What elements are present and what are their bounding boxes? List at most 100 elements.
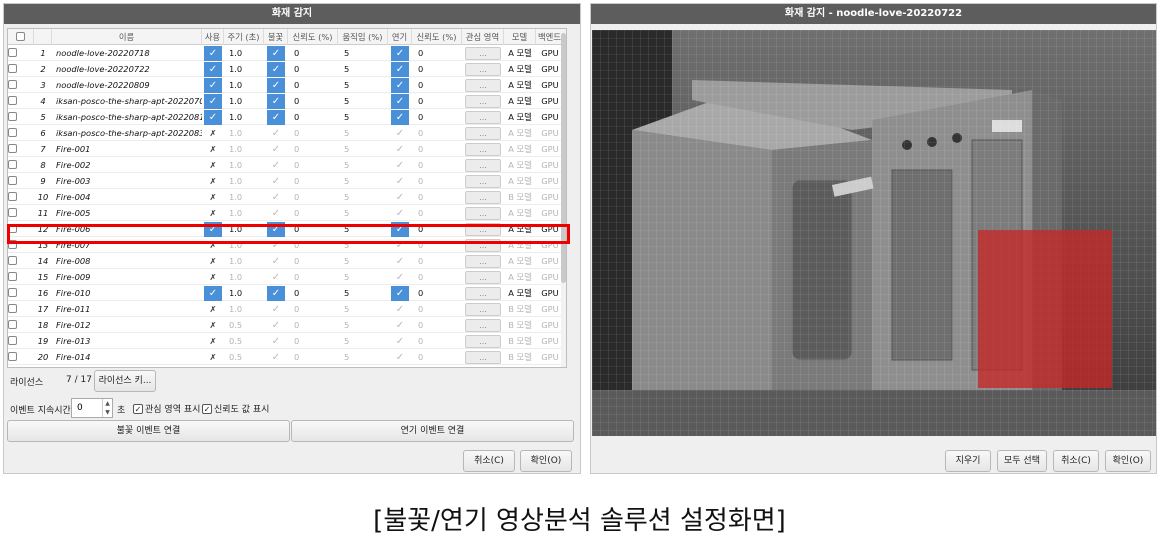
backend-value[interactable]: GPU bbox=[536, 157, 564, 173]
smoke-confidence-value[interactable]: 0 bbox=[412, 109, 462, 125]
roi-button[interactable]: ... bbox=[462, 173, 504, 189]
smoke-confidence-value[interactable]: 0 bbox=[412, 269, 462, 285]
row-select-checkbox[interactable] bbox=[8, 205, 34, 221]
backend-value[interactable]: GPU bbox=[536, 61, 564, 77]
roi-button[interactable]: ... bbox=[462, 253, 504, 269]
roi-button[interactable]: ... bbox=[462, 125, 504, 141]
smoke-toggle[interactable]: ✓ bbox=[388, 285, 412, 301]
model-value[interactable]: A 모델 bbox=[504, 173, 536, 189]
fire-toggle[interactable]: ✓ bbox=[264, 125, 288, 141]
smoke-toggle[interactable]: ✓ bbox=[388, 349, 412, 365]
fire-confidence-value[interactable]: 0 bbox=[288, 205, 338, 221]
backend-value[interactable]: GPU bbox=[536, 109, 564, 125]
table-row[interactable]: 16 Fire-010 ✓ 1.0 ✓ 0 5 ✓ 0... A 모델 GPU bbox=[8, 285, 564, 301]
smoke-toggle[interactable]: ✓ bbox=[388, 301, 412, 317]
header-model[interactable]: 모델 bbox=[504, 29, 536, 45]
roi-edit-button[interactable]: ... bbox=[465, 159, 501, 172]
smoke-toggle[interactable]: ✓ bbox=[388, 61, 412, 77]
fire-toggle[interactable]: ✓ bbox=[264, 269, 288, 285]
camera-name[interactable]: Fire-011 bbox=[52, 301, 202, 317]
cycle-value[interactable]: 1.0 bbox=[224, 301, 264, 317]
use-toggle[interactable]: ✓ bbox=[202, 61, 224, 77]
roi-edit-button[interactable]: ... bbox=[465, 207, 501, 220]
backend-value[interactable]: GPU bbox=[536, 173, 564, 189]
row-select-checkbox[interactable] bbox=[8, 349, 34, 365]
camera-name[interactable]: Fire-012 bbox=[52, 317, 202, 333]
model-value[interactable]: A 모델 bbox=[504, 61, 536, 77]
use-toggle[interactable]: ✓ bbox=[202, 45, 224, 61]
fire-confidence-value[interactable]: 0 bbox=[288, 301, 338, 317]
use-toggle[interactable]: ✗ bbox=[202, 173, 224, 189]
table-row[interactable]: 10 Fire-004 ✗ 1.0 ✓ 0 5 ✓ 0... B 모델 GPU bbox=[8, 189, 564, 205]
row-select-checkbox[interactable] bbox=[8, 141, 34, 157]
smoke-toggle[interactable]: ✓ bbox=[388, 157, 412, 173]
use-toggle[interactable]: ✗ bbox=[202, 269, 224, 285]
cycle-value[interactable]: 1.0 bbox=[224, 109, 264, 125]
roi-button[interactable]: ... bbox=[462, 141, 504, 157]
header-select-all-checkbox[interactable] bbox=[8, 29, 34, 45]
table-row[interactable]: 4 iksan-posco-the-sharp-apt-20220708 ✓ 1.0 ✓… bbox=[8, 93, 564, 109]
model-value[interactable]: A 모델 bbox=[504, 45, 536, 61]
backend-value[interactable]: GPU bbox=[536, 285, 564, 301]
header-cycle[interactable]: 주기 (초) bbox=[224, 29, 264, 45]
fire-confidence-value[interactable]: 0 bbox=[288, 125, 338, 141]
model-value[interactable]: A 모델 bbox=[504, 285, 536, 301]
backend-value[interactable]: GPU bbox=[536, 317, 564, 333]
ok-button[interactable]: 확인(O) bbox=[520, 450, 572, 472]
backend-value[interactable]: GPU bbox=[536, 301, 564, 317]
row-select-checkbox[interactable] bbox=[8, 173, 34, 189]
header-smoke-confidence[interactable]: 신뢰도 (%) bbox=[412, 29, 462, 45]
smoke-confidence-value[interactable]: 0 bbox=[412, 141, 462, 157]
model-value[interactable]: B 모델 bbox=[504, 349, 536, 365]
use-toggle[interactable]: ✗ bbox=[202, 253, 224, 269]
roi-button[interactable]: ... bbox=[462, 109, 504, 125]
fire-toggle[interactable]: ✓ bbox=[264, 301, 288, 317]
table-row[interactable]: 19 Fire-013 ✗ 0.5 ✓ 0 5 ✓ 0... B 모델 GPU bbox=[8, 333, 564, 349]
smoke-confidence-value[interactable]: 0 bbox=[412, 285, 462, 301]
smoke-confidence-value[interactable]: 0 bbox=[412, 301, 462, 317]
header-fire-confidence[interactable]: 신뢰도 (%) bbox=[288, 29, 338, 45]
use-toggle[interactable]: ✗ bbox=[202, 157, 224, 173]
fire-toggle[interactable]: ✓ bbox=[264, 77, 288, 93]
camera-name[interactable]: Fire-014 bbox=[52, 349, 202, 365]
table-scrollbar[interactable] bbox=[561, 29, 566, 367]
camera-name[interactable]: Fire-004 bbox=[52, 189, 202, 205]
roi-edit-button[interactable]: ... bbox=[465, 95, 501, 108]
backend-value[interactable]: GPU bbox=[536, 125, 564, 141]
fire-confidence-value[interactable]: 0 bbox=[288, 269, 338, 285]
motion-value[interactable]: 5 bbox=[338, 157, 388, 173]
model-value[interactable]: A 모델 bbox=[504, 205, 536, 221]
backend-value[interactable]: GPU bbox=[536, 45, 564, 61]
use-toggle[interactable]: ✗ bbox=[202, 141, 224, 157]
cycle-value[interactable]: 1.0 bbox=[224, 45, 264, 61]
table-row[interactable]: 18 Fire-012 ✗ 0.5 ✓ 0 5 ✓ 0... B 모델 GPU bbox=[8, 317, 564, 333]
motion-value[interactable]: 5 bbox=[338, 93, 388, 109]
row-select-checkbox[interactable] bbox=[8, 333, 34, 349]
motion-value[interactable]: 5 bbox=[338, 349, 388, 365]
fire-confidence-value[interactable]: 0 bbox=[288, 45, 338, 61]
fire-toggle[interactable]: ✓ bbox=[264, 173, 288, 189]
roi-button[interactable]: ... bbox=[462, 333, 504, 349]
fire-toggle[interactable]: ✓ bbox=[264, 93, 288, 109]
roi-edit-button[interactable]: ... bbox=[465, 111, 501, 124]
fire-toggle[interactable]: ✓ bbox=[264, 317, 288, 333]
cycle-value[interactable]: 1.0 bbox=[224, 173, 264, 189]
roi-edit-button[interactable]: ... bbox=[465, 287, 501, 300]
backend-value[interactable]: GPU bbox=[536, 333, 564, 349]
cycle-value[interactable]: 1.0 bbox=[224, 189, 264, 205]
use-toggle[interactable]: ✗ bbox=[202, 125, 224, 141]
motion-value[interactable]: 5 bbox=[338, 301, 388, 317]
confidence-display-checkbox[interactable]: ✓ 신뢰도 값 표시 bbox=[202, 402, 269, 415]
row-select-checkbox[interactable] bbox=[8, 109, 34, 125]
smoke-toggle[interactable]: ✓ bbox=[388, 205, 412, 221]
fire-confidence-value[interactable]: 0 bbox=[288, 61, 338, 77]
roi-button[interactable]: ... bbox=[462, 269, 504, 285]
fire-confidence-value[interactable]: 0 bbox=[288, 333, 338, 349]
backend-value[interactable]: GPU bbox=[536, 349, 564, 365]
backend-value[interactable]: GPU bbox=[536, 93, 564, 109]
use-toggle[interactable]: ✗ bbox=[202, 301, 224, 317]
use-toggle[interactable]: ✓ bbox=[202, 93, 224, 109]
row-select-checkbox[interactable] bbox=[8, 157, 34, 173]
motion-value[interactable]: 5 bbox=[338, 141, 388, 157]
cycle-value[interactable]: 1.0 bbox=[224, 77, 264, 93]
